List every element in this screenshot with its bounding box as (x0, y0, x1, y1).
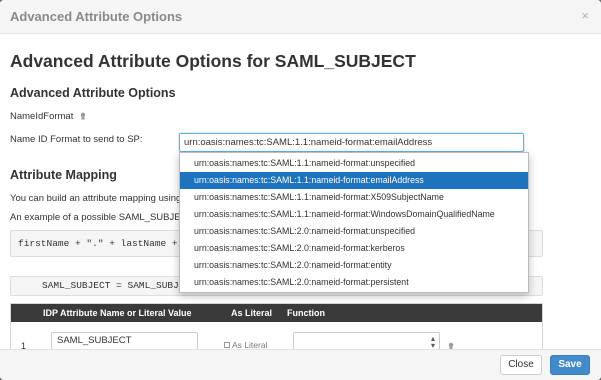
save-button[interactable]: Save (550, 355, 590, 375)
updown-arrow-icon: ▴ ▾ (430, 334, 435, 350)
attribute-mapping-heading: Attribute Mapping (10, 168, 117, 182)
nameid-format-label-text: NameIdFormat (10, 111, 74, 122)
page-title: Advanced Attribute Options for SAML_SUBJ… (10, 51, 416, 71)
column-header-idp-attribute: IDP Attribute Name or Literal Value (43, 308, 192, 318)
checkbox-box[interactable] (224, 342, 230, 348)
function-select[interactable]: ▴ ▾ (293, 332, 440, 350)
close-button[interactable]: Close (500, 355, 542, 375)
table-header: IDP Attribute Name or Literal Value As L… (11, 304, 542, 322)
close-icon[interactable]: × (581, 8, 589, 23)
dropdown-option[interactable]: urn:oasis:names:tc:SAML:2.0:nameid-forma… (180, 274, 528, 291)
dropdown-option-selected[interactable]: urn:oasis:names:tc:SAML:1.1:nameid-forma… (180, 172, 528, 189)
dropdown-option[interactable]: urn:oasis:names:tc:SAML:1.1:nameid-forma… (180, 155, 528, 172)
nameid-format-select[interactable]: urn:oasis:names:tc:SAML:1.1:nameid-forma… (179, 133, 524, 152)
column-header-as-literal: As Literal (231, 308, 273, 318)
dropdown-option[interactable]: urn:oasis:names:tc:SAML:2.0:nameid-forma… (180, 223, 528, 240)
dropdown-option[interactable]: urn:oasis:names:tc:SAML:1.1:nameid-forma… (180, 189, 528, 206)
dropdown-option[interactable]: urn:oasis:names:tc:SAML:2.0:nameid-forma… (180, 240, 528, 257)
mapping-example-description: An example of a possible SAML_SUBJEC (10, 212, 188, 223)
mapping-description: You can build an attribute mapping using (10, 193, 182, 204)
modal-title: Advanced Attribute Options (10, 9, 183, 24)
nameid-format-label: NameIdFormat (10, 111, 87, 122)
nameid-send-label: Name ID Format to send to SP: (10, 134, 143, 145)
dropdown-option[interactable]: urn:oasis:names:tc:SAML:1.1:nameid-forma… (180, 206, 528, 223)
advanced-attribute-options-modal: Advanced Attribute Options × Advanced At… (0, 0, 601, 380)
idp-attribute-input[interactable]: SAML_SUBJECT (51, 332, 198, 350)
modal-footer: Close Save (0, 349, 601, 380)
options-section-heading: Advanced Attribute Options (10, 86, 176, 100)
help-icon[interactable] (79, 112, 87, 120)
modal-header: Advanced Attribute Options × (0, 0, 601, 34)
dropdown-option[interactable]: urn:oasis:names:tc:SAML:2.0:nameid-forma… (180, 257, 528, 274)
column-header-function: Function (287, 308, 325, 318)
nameid-format-dropdown: urn:oasis:names:tc:SAML:1.1:nameid-forma… (179, 152, 529, 293)
